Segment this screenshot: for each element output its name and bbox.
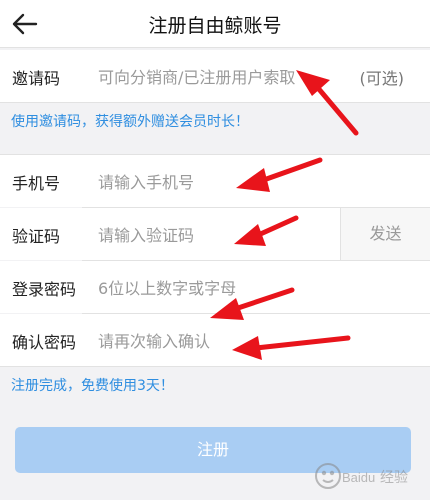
free-trial-hint-text: 注册完成，免费使用3天！	[11, 378, 174, 394]
phone-row: 手机号 请输入手机号	[0, 155, 430, 207]
invite-code-row: 邀请码 可向分销商/已注册用户索取 (可选)	[0, 50, 430, 102]
top-bar: 注册自由鲸账号	[0, 0, 430, 48]
verification-code-row: 验证码 请输入验证码 发送	[0, 208, 430, 260]
confirm-password-row: 确认密码 请再次输入确认	[0, 314, 430, 366]
password-label: 登录密码	[12, 280, 77, 299]
page-title: 注册自由鲸账号	[148, 15, 282, 37]
confirm-password-label: 确认密码	[12, 333, 77, 352]
send-code-button[interactable]: 发送	[340, 208, 430, 260]
verification-code-input[interactable]: 请输入验证码	[98, 222, 194, 246]
phone-label: 手机号	[12, 174, 61, 193]
invite-hint-text: 使用邀请码，获得额外赠送会员时长！	[11, 114, 249, 130]
invite-code-label: 邀请码	[12, 69, 61, 88]
divider	[0, 366, 430, 367]
svg-text:经验: 经验	[380, 470, 408, 486]
password-row: 登录密码 6位以上数字或字母	[0, 261, 430, 313]
confirm-password-input[interactable]: 请再次输入确认	[98, 328, 210, 352]
optional-tag: (可选)	[359, 69, 405, 88]
divider	[0, 102, 430, 103]
invite-code-input[interactable]: 可向分销商/已注册用户索取	[98, 64, 295, 88]
verification-code-label: 验证码	[12, 227, 61, 246]
baidu-jingyan-watermark: Baidu 经验	[315, 463, 408, 489]
svg-text:Baidu: Baidu	[342, 470, 375, 485]
password-input[interactable]: 6位以上数字或字母	[98, 275, 236, 299]
phone-input[interactable]: 请输入手机号	[98, 169, 194, 193]
